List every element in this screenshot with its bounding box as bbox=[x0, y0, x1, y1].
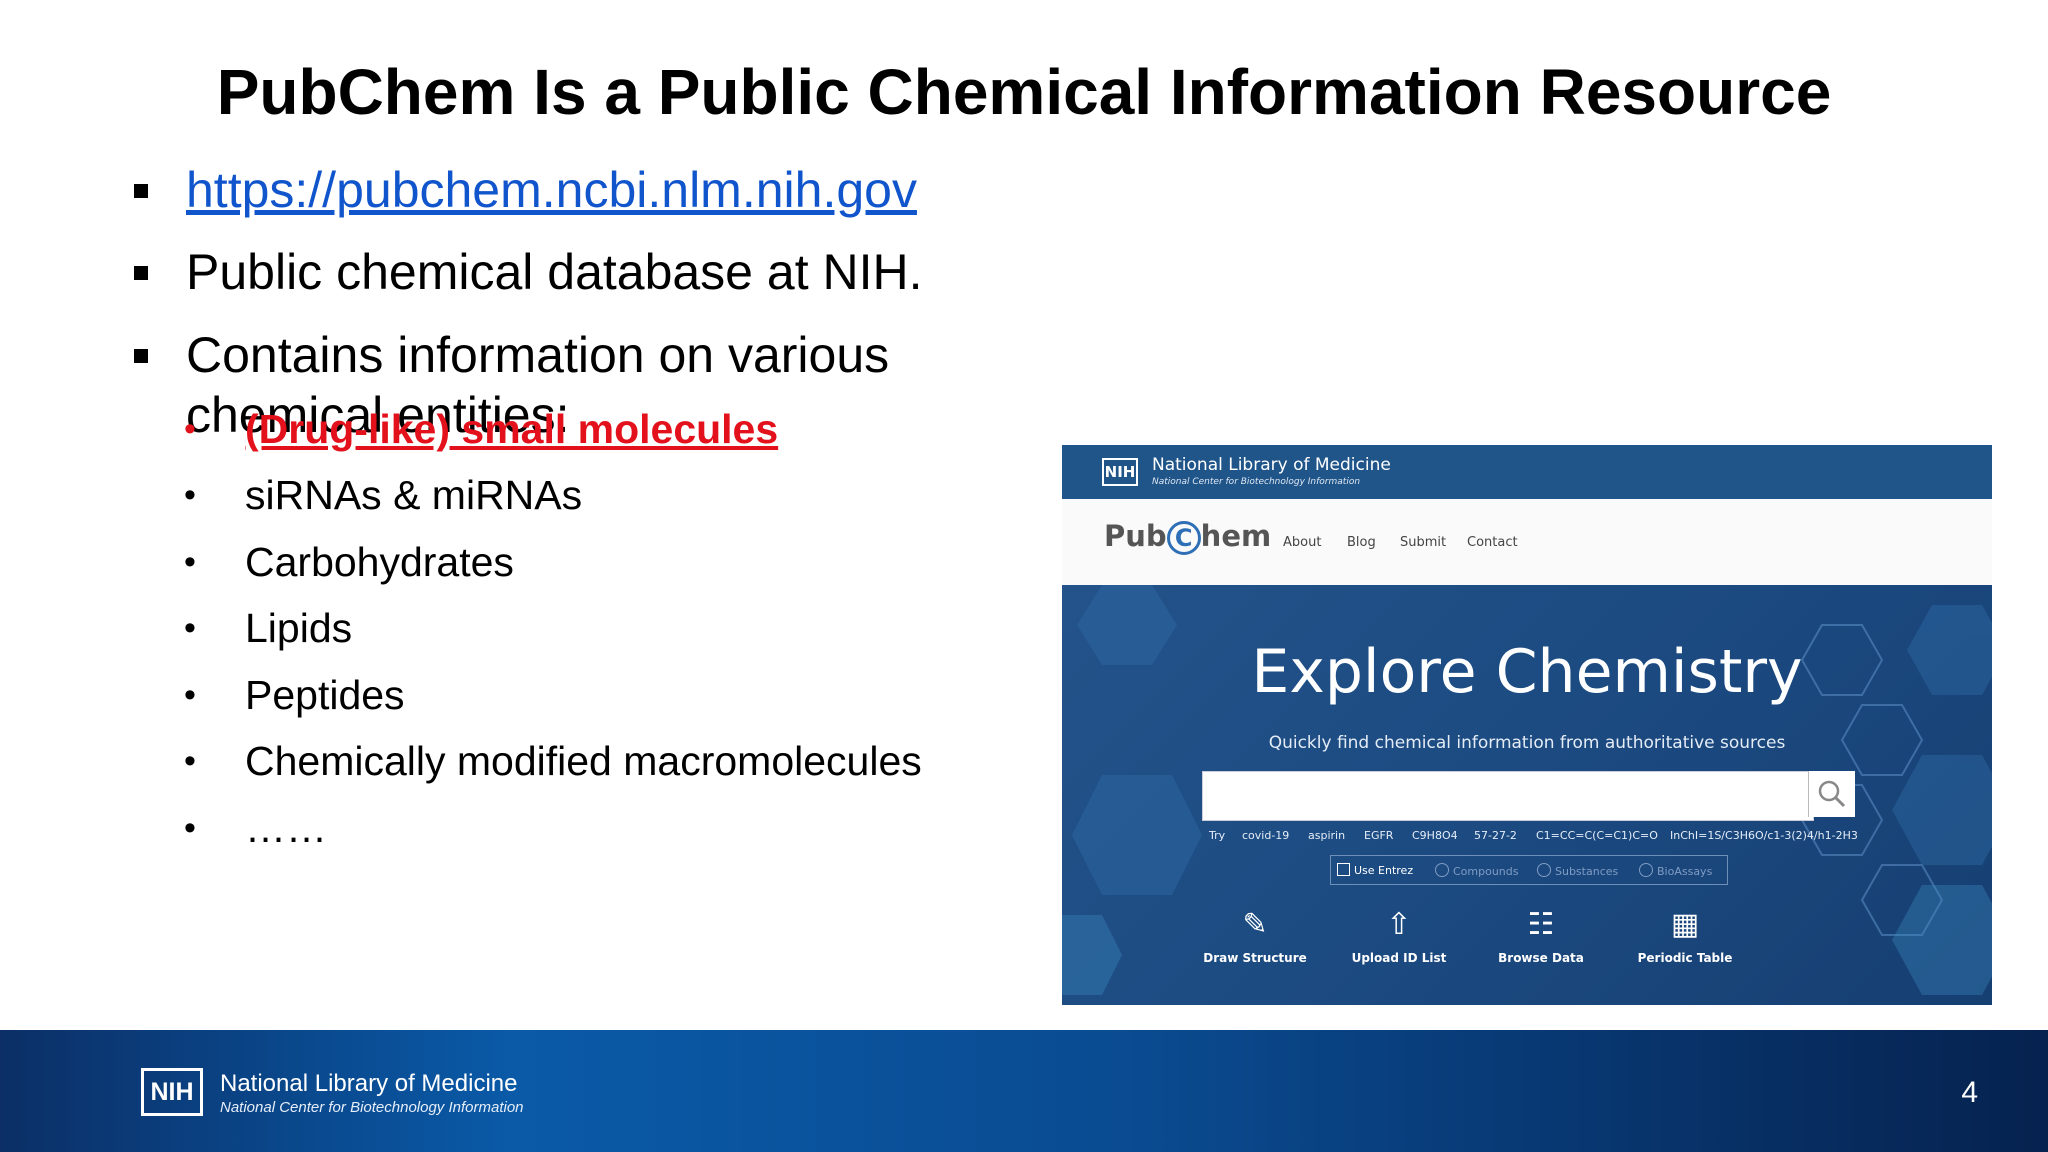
sub-bullet-small-molecules: • (Drug-like) small molecules bbox=[184, 404, 779, 454]
dot-bullet-icon: • bbox=[184, 609, 196, 647]
tool-label: Upload ID List bbox=[1351, 951, 1447, 965]
browse-data-icon: ☷ bbox=[1527, 907, 1555, 942]
try-example[interactable]: aspirin bbox=[1308, 829, 1345, 842]
sub-bullet-macromolecules: • Chemically modified macromolecules bbox=[184, 736, 922, 786]
upload-icon: ⇧ bbox=[1386, 907, 1412, 942]
sub-bullet-text: Carbohydrates bbox=[245, 539, 514, 585]
hero-title: Explore Chemistry bbox=[1251, 637, 1803, 707]
try-example[interactable]: C9H8O4 bbox=[1412, 829, 1458, 842]
sub-bullet-text: siRNAs & miRNAs bbox=[245, 472, 583, 518]
browse-data-button[interactable]: ☷ Browse Data bbox=[1476, 905, 1606, 965]
sub-bullet-text: …… bbox=[245, 805, 327, 851]
use-entrez-checkbox[interactable]: Use Entrez bbox=[1337, 863, 1413, 877]
option-substances[interactable]: Substances bbox=[1537, 863, 1618, 878]
sub-bullet-text: Lipids bbox=[245, 605, 353, 651]
logo-c-icon: C bbox=[1166, 521, 1201, 555]
try-example[interactable]: InChI=1S/C3H6O/c1-3(2)4/h1-2H3 bbox=[1670, 829, 1858, 842]
draw-structure-icon: ✎ bbox=[1242, 907, 1268, 942]
try-examples: Try covid-19 aspirin EGFR C9H8O4 57-27-2… bbox=[1062, 829, 1992, 845]
try-example[interactable]: EGFR bbox=[1364, 829, 1393, 842]
bullet-url[interactable]: https://pubchem.ncbi.nlm.nih.gov bbox=[134, 160, 917, 220]
bullet-text: Public chemical database at NIH. bbox=[186, 244, 923, 300]
square-bullet-icon bbox=[134, 349, 148, 363]
use-entrez-label: Use Entrez bbox=[1354, 864, 1414, 877]
sub-bullet-text: (Drug-like) small molecules bbox=[245, 406, 779, 452]
dot-bullet-icon: • bbox=[184, 410, 196, 448]
sub-bullet-text: Chemically modified macromolecules bbox=[245, 738, 922, 784]
sub-bullet-carbohydrates: • Carbohydrates bbox=[184, 537, 514, 587]
periodic-table-icon: ▦ bbox=[1670, 907, 1700, 942]
ncbi-subtitle: National Center for Biotechnology Inform… bbox=[1152, 477, 1361, 487]
nav-submit[interactable]: Submit bbox=[1400, 535, 1446, 550]
nih-logo-icon: NIH bbox=[141, 1068, 203, 1116]
logo-text: hem bbox=[1200, 519, 1272, 553]
hero-section: Explore Chemistry Quickly find chemical … bbox=[1062, 585, 1992, 1005]
option-label: Substances bbox=[1555, 865, 1619, 878]
hero-subtitle: Quickly find chemical information from a… bbox=[1268, 733, 1786, 753]
pubchem-nav-bar: Pub Chem About Blog Submit Contact bbox=[1062, 499, 1992, 585]
nav-contact[interactable]: Contact bbox=[1467, 535, 1518, 550]
bullet-public-database: Public chemical database at NIH. bbox=[134, 242, 923, 302]
sub-bullet-ellipsis: • …… bbox=[184, 803, 327, 853]
pubchem-screenshot: NIH National Library of Medicine Nationa… bbox=[1062, 445, 1992, 1005]
footer-bar: NIH National Library of Medicine Nationa… bbox=[0, 1030, 2048, 1152]
pubchem-logo[interactable]: Pub Chem bbox=[1104, 519, 1271, 555]
dot-bullet-icon: • bbox=[184, 809, 196, 847]
try-label: Try bbox=[1209, 829, 1226, 842]
nav-blog[interactable]: Blog bbox=[1347, 535, 1376, 550]
option-bioassays[interactable]: BioAssays bbox=[1639, 863, 1712, 878]
try-example[interactable]: covid-19 bbox=[1242, 829, 1289, 842]
radio-icon bbox=[1639, 863, 1653, 877]
pubchem-link[interactable]: https://pubchem.ncbi.nlm.nih.gov bbox=[186, 162, 917, 218]
radio-icon bbox=[1435, 863, 1449, 877]
checkbox-icon bbox=[1337, 863, 1350, 876]
dot-bullet-icon: • bbox=[184, 742, 196, 780]
dot-bullet-icon: • bbox=[184, 476, 196, 514]
dot-bullet-icon: • bbox=[184, 676, 196, 714]
radio-icon bbox=[1537, 863, 1551, 877]
logo-text: Pub bbox=[1104, 519, 1167, 553]
upload-id-list-button[interactable]: ⇧ Upload ID List bbox=[1334, 905, 1464, 965]
option-label: Compounds bbox=[1453, 865, 1519, 878]
nih-logo-icon[interactable]: NIH bbox=[1102, 458, 1138, 486]
search-button[interactable] bbox=[1808, 771, 1855, 817]
nav-about[interactable]: About bbox=[1283, 535, 1321, 550]
draw-structure-button[interactable]: ✎ Draw Structure bbox=[1190, 905, 1320, 965]
page-number: 4 bbox=[1961, 1076, 1978, 1109]
option-compounds[interactable]: Compounds bbox=[1435, 863, 1519, 878]
tool-label: Periodic Table bbox=[1637, 951, 1733, 965]
tool-label: Draw Structure bbox=[1203, 951, 1307, 965]
sub-bullet-text: Peptides bbox=[245, 672, 405, 718]
nlm-header-bar: NIH National Library of Medicine Nationa… bbox=[1062, 445, 1992, 499]
try-example[interactable]: 57-27-2 bbox=[1474, 829, 1517, 842]
sub-bullet-lipids: • Lipids bbox=[184, 603, 353, 653]
dot-bullet-icon: • bbox=[184, 543, 196, 581]
search-options: Use Entrez Compounds Substances BioAssay… bbox=[1330, 855, 1728, 885]
periodic-table-button[interactable]: ▦ Periodic Table bbox=[1620, 905, 1750, 965]
bullet-list: https://pubchem.ncbi.nlm.nih.gov Public … bbox=[0, 0, 1100, 900]
option-label: BioAssays bbox=[1657, 865, 1713, 878]
try-example[interactable]: C1=CC=C(C=C1)C=O bbox=[1536, 829, 1658, 842]
square-bullet-icon bbox=[134, 266, 148, 280]
sub-bullet-peptides: • Peptides bbox=[184, 670, 405, 720]
tool-label: Browse Data bbox=[1498, 951, 1584, 965]
sub-bullet-sirnas: • siRNAs & miRNAs bbox=[184, 470, 583, 520]
search-icon bbox=[1818, 780, 1846, 808]
nlm-name[interactable]: National Library of Medicine bbox=[1152, 455, 1391, 475]
square-bullet-icon bbox=[134, 184, 148, 198]
footer-ncbi-subtitle: National Center for Biotechnology Inform… bbox=[220, 1099, 524, 1116]
footer-nlm-name: National Library of Medicine bbox=[220, 1070, 518, 1097]
search-input[interactable] bbox=[1202, 771, 1814, 821]
